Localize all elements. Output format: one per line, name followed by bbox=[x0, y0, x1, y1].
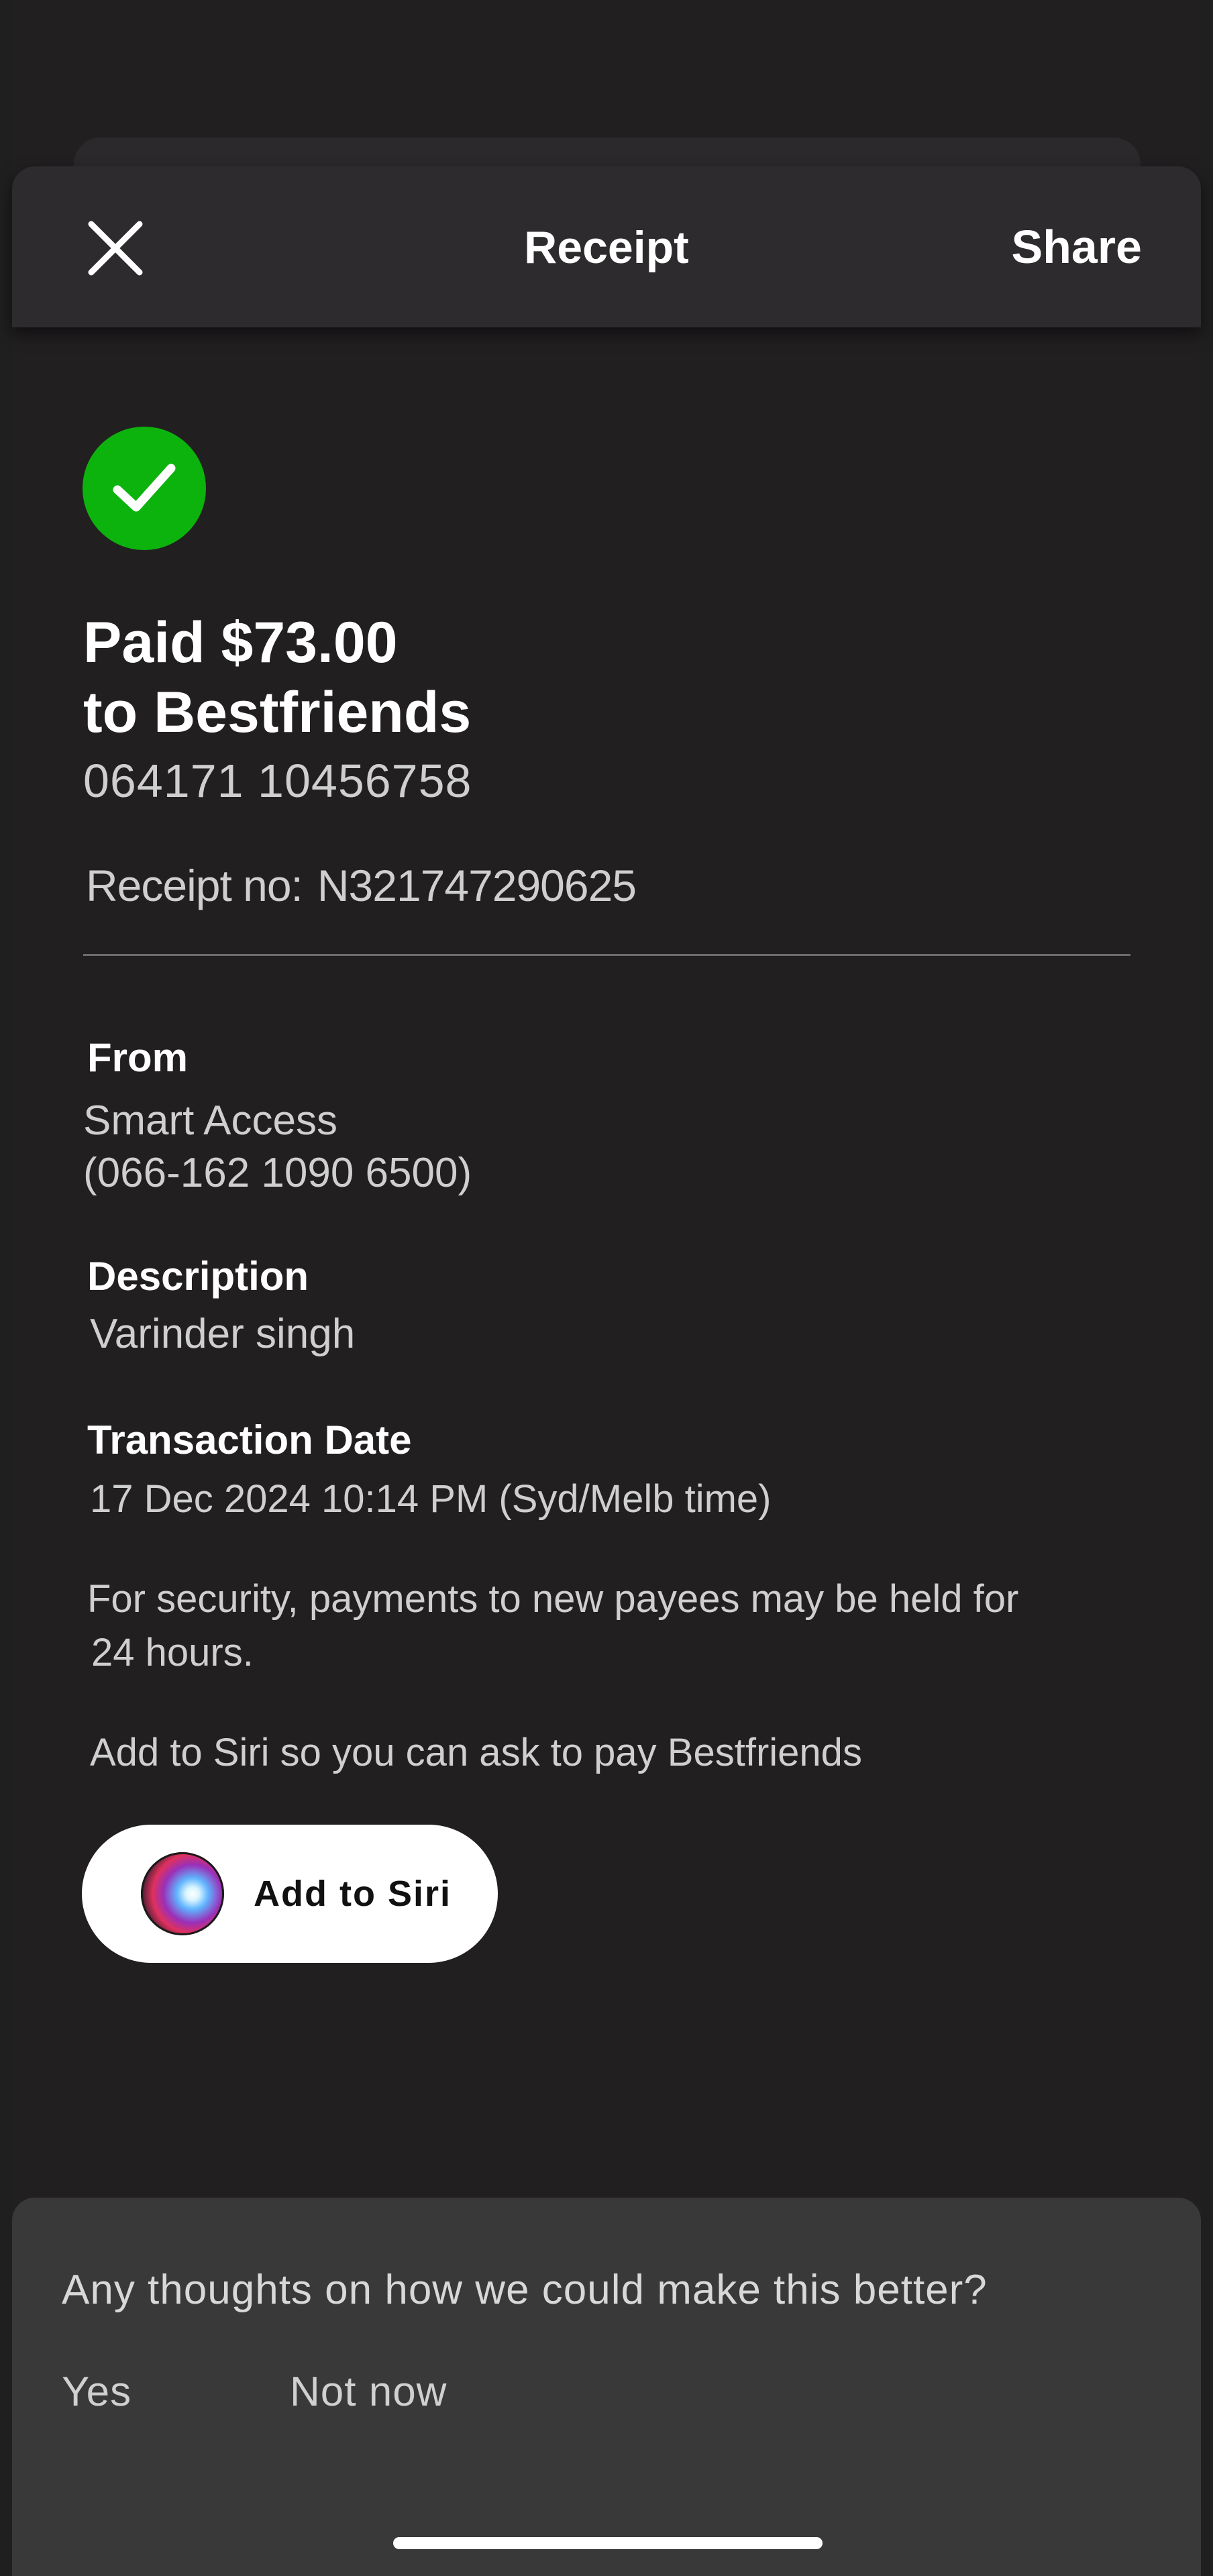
description-label: Description bbox=[87, 1254, 309, 1299]
add-to-siri-label: Add to Siri bbox=[254, 1874, 452, 1914]
success-badge bbox=[83, 427, 206, 550]
description-value: Varinder singh bbox=[90, 1311, 356, 1357]
security-note-line-2: 24 hours. bbox=[91, 1631, 254, 1674]
payee-name: to Bestfriends bbox=[83, 680, 472, 745]
siri-icon bbox=[141, 1852, 224, 1935]
receipt-number: N321747290625 bbox=[317, 861, 637, 910]
check-icon bbox=[113, 464, 176, 512]
receipt-number-label: Receipt no: bbox=[86, 861, 303, 910]
receipt-number-row: Receipt no: N321747290625 bbox=[86, 860, 651, 911]
from-label: From bbox=[87, 1035, 188, 1080]
siri-prompt: Add to Siri so you can ask to pay Bestfr… bbox=[90, 1731, 862, 1774]
home-indicator[interactable] bbox=[393, 2537, 823, 2549]
transaction-date-value: 17 Dec 2024 10:14 PM (Syd/Melb time) bbox=[90, 1477, 772, 1521]
feedback-question: Any thoughts on how we could make this b… bbox=[62, 2267, 988, 2313]
from-account-number: (066-162 1090 6500) bbox=[83, 1150, 472, 1196]
divider bbox=[83, 954, 1130, 956]
from-account-name: Smart Access bbox=[83, 1097, 337, 1144]
feedback-not-now-button[interactable]: Not now bbox=[290, 2368, 447, 2416]
share-button[interactable]: Share bbox=[1011, 220, 1142, 274]
feedback-panel bbox=[12, 2198, 1201, 2576]
payee-account-number: 064171 10456758 bbox=[83, 755, 472, 807]
paid-amount: Paid $73.00 bbox=[83, 610, 398, 675]
add-to-siri-button[interactable]: Add to Siri bbox=[82, 1825, 498, 1963]
feedback-yes-button[interactable]: Yes bbox=[62, 2368, 131, 2416]
transaction-date-label: Transaction Date bbox=[87, 1417, 412, 1462]
security-note-line-1: For security, payments to new payees may… bbox=[87, 1577, 1019, 1621]
